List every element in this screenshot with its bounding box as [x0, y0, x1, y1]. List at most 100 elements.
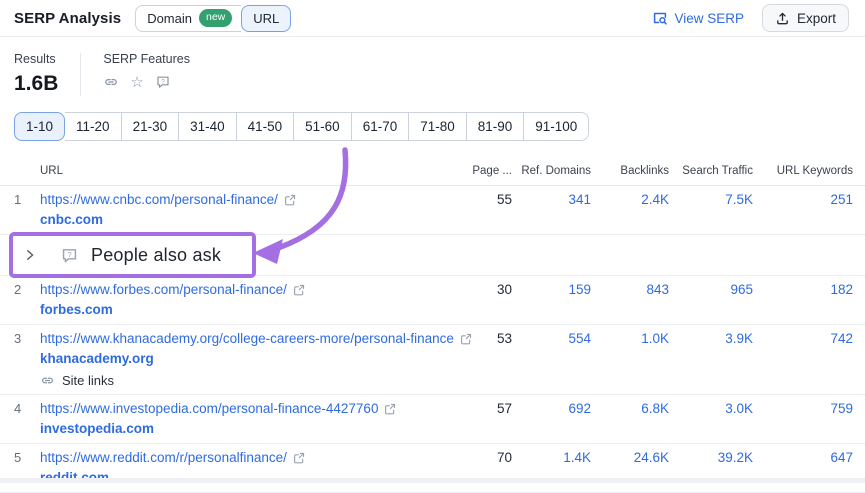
search-traffic-cell[interactable]: 39.2K [718, 450, 753, 465]
backlinks-cell[interactable]: 1.0K [641, 331, 669, 346]
toggle-url[interactable]: URL [241, 5, 291, 32]
table-row: 4 https://www.investopedia.com/personal-… [0, 395, 865, 444]
result-domain-link[interactable]: khanacademy.org [40, 351, 154, 366]
toggle-url-label: URL [253, 11, 279, 26]
chevron-right-icon[interactable] [23, 248, 37, 262]
ref-domains-cell[interactable]: 341 [568, 192, 591, 207]
search-traffic-cell[interactable]: 3.9K [725, 331, 753, 346]
page-range-81-90[interactable]: 81-90 [467, 112, 525, 141]
table-row: 3 https://www.khanacademy.org/college-ca… [0, 325, 865, 395]
ref-domains-cell[interactable]: 554 [568, 331, 591, 346]
page-range-11-20[interactable]: 11-20 [65, 112, 122, 141]
serp-features-stat: SERP Features ☆ ? [103, 52, 190, 96]
search-traffic-cell[interactable]: 7.5K [725, 192, 753, 207]
url-keywords-cell[interactable]: 182 [830, 282, 853, 297]
url-keywords-cell[interactable]: 647 [830, 450, 853, 465]
results-label: Results [14, 52, 58, 66]
ref-domains-cell[interactable]: 159 [568, 282, 591, 297]
rank: 3 [14, 330, 40, 347]
column-search-traffic[interactable]: Search Traffic [669, 165, 753, 177]
external-link-icon[interactable] [283, 193, 297, 207]
sitelinks-icon [40, 373, 55, 388]
toggle-domain-label: Domain [147, 11, 192, 26]
next-row-peek [0, 478, 865, 483]
page-score-cell: 57 [452, 400, 512, 417]
page-range-51-60[interactable]: 51-60 [294, 112, 352, 141]
page-score-cell: 30 [452, 281, 512, 298]
backlinks-cell[interactable]: 24.6K [634, 450, 669, 465]
page-score-cell: 53 [452, 330, 512, 347]
view-serp-button[interactable]: View SERP [652, 10, 744, 26]
page-range-31-40[interactable]: 31-40 [179, 112, 237, 141]
export-label: Export [797, 11, 836, 26]
page-title: SERP Analysis [14, 10, 121, 27]
results-value: 1.6B [14, 72, 58, 96]
external-link-icon[interactable] [292, 451, 306, 465]
ref-domains-cell[interactable]: 692 [568, 401, 591, 416]
people-also-ask-label: People also ask [91, 245, 221, 266]
people-also-ask-feature-icon[interactable]: ? [155, 74, 171, 90]
column-page[interactable]: Page ... [452, 165, 512, 177]
rank: 2 [14, 281, 40, 298]
search-traffic-cell[interactable]: 965 [730, 282, 753, 297]
serp-pagination: 1-10 11-20 21-30 31-40 41-50 51-60 61-70… [14, 112, 589, 141]
url-cell: 3 https://www.khanacademy.org/college-ca… [14, 330, 452, 388]
url-keywords-cell[interactable]: 742 [830, 331, 853, 346]
table-header: URL Page ... Ref. Domains Backlinks Sear… [0, 157, 865, 186]
export-icon [775, 11, 790, 26]
panel-header: SERP Analysis Domain new URL View SERP [0, 0, 865, 37]
result-domain-link[interactable]: investopedia.com [40, 421, 154, 436]
question-bubble-icon: ? [60, 246, 79, 265]
people-also-ask-row[interactable]: ? People also ask [0, 235, 865, 276]
page-range-71-80[interactable]: 71-80 [409, 112, 467, 141]
page-score-cell: 70 [452, 449, 512, 466]
column-backlinks[interactable]: Backlinks [591, 165, 669, 177]
view-serp-icon [652, 10, 668, 26]
external-link-icon[interactable] [292, 283, 306, 297]
sitelinks-feature-icon[interactable] [103, 74, 119, 90]
backlinks-cell[interactable]: 843 [646, 282, 669, 297]
site-links-row[interactable]: Site links [40, 373, 452, 388]
result-url-link[interactable]: https://www.khanacademy.org/college-care… [40, 330, 454, 347]
url-cell: 1 https://www.cnbc.com/personal-finance/… [14, 191, 452, 228]
search-traffic-cell[interactable]: 3.0K [725, 401, 753, 416]
stats-bar: Results 1.6B SERP Features ☆ ? [0, 37, 865, 106]
result-url-link[interactable]: https://www.reddit.com/r/personalfinance… [40, 449, 287, 466]
page-score-cell: 55 [452, 191, 512, 208]
toggle-domain[interactable]: Domain new [135, 5, 241, 32]
result-url-link[interactable]: https://www.forbes.com/personal-finance/ [40, 281, 287, 298]
serp-feature-icons: ☆ ? [103, 74, 190, 90]
stats-divider [80, 53, 81, 96]
result-domain-link[interactable]: forbes.com [40, 302, 113, 317]
export-button[interactable]: Export [762, 4, 849, 32]
page-range-91-100[interactable]: 91-100 [524, 112, 589, 141]
page-range-1-10[interactable]: 1-10 [14, 112, 65, 141]
table-row: 2 https://www.forbes.com/personal-financ… [0, 276, 865, 325]
ref-domains-cell[interactable]: 1.4K [563, 450, 591, 465]
domain-url-toggle: Domain new URL [135, 5, 291, 32]
column-url-keywords[interactable]: URL Keywords [753, 165, 853, 177]
column-ref-domains[interactable]: Ref. Domains [512, 165, 591, 177]
reviews-feature-icon[interactable]: ☆ [130, 75, 143, 90]
svg-text:?: ? [161, 78, 165, 85]
url-keywords-cell[interactable]: 251 [830, 192, 853, 207]
result-url-link[interactable]: https://www.investopedia.com/personal-fi… [40, 400, 378, 417]
page-range-61-70[interactable]: 61-70 [352, 112, 410, 141]
url-keywords-cell[interactable]: 759 [830, 401, 853, 416]
new-badge: new [199, 9, 232, 27]
site-links-label: Site links [62, 373, 114, 388]
external-link-icon[interactable] [383, 402, 397, 416]
backlinks-cell[interactable]: 6.8K [641, 401, 669, 416]
view-serp-label: View SERP [674, 11, 744, 26]
result-domain-link[interactable]: cnbc.com [40, 212, 103, 227]
result-url-link[interactable]: https://www.cnbc.com/personal-finance/ [40, 191, 278, 208]
results-stat: Results 1.6B [14, 52, 58, 96]
backlinks-cell[interactable]: 2.4K [641, 192, 669, 207]
url-cell: 4 https://www.investopedia.com/personal-… [14, 400, 452, 437]
table-row: 1 https://www.cnbc.com/personal-finance/… [0, 186, 865, 235]
header-actions: View SERP Export [652, 4, 849, 32]
rank: 1 [14, 191, 40, 208]
page-range-21-30[interactable]: 21-30 [122, 112, 180, 141]
serp-features-label: SERP Features [103, 52, 190, 66]
page-range-41-50[interactable]: 41-50 [237, 112, 295, 141]
